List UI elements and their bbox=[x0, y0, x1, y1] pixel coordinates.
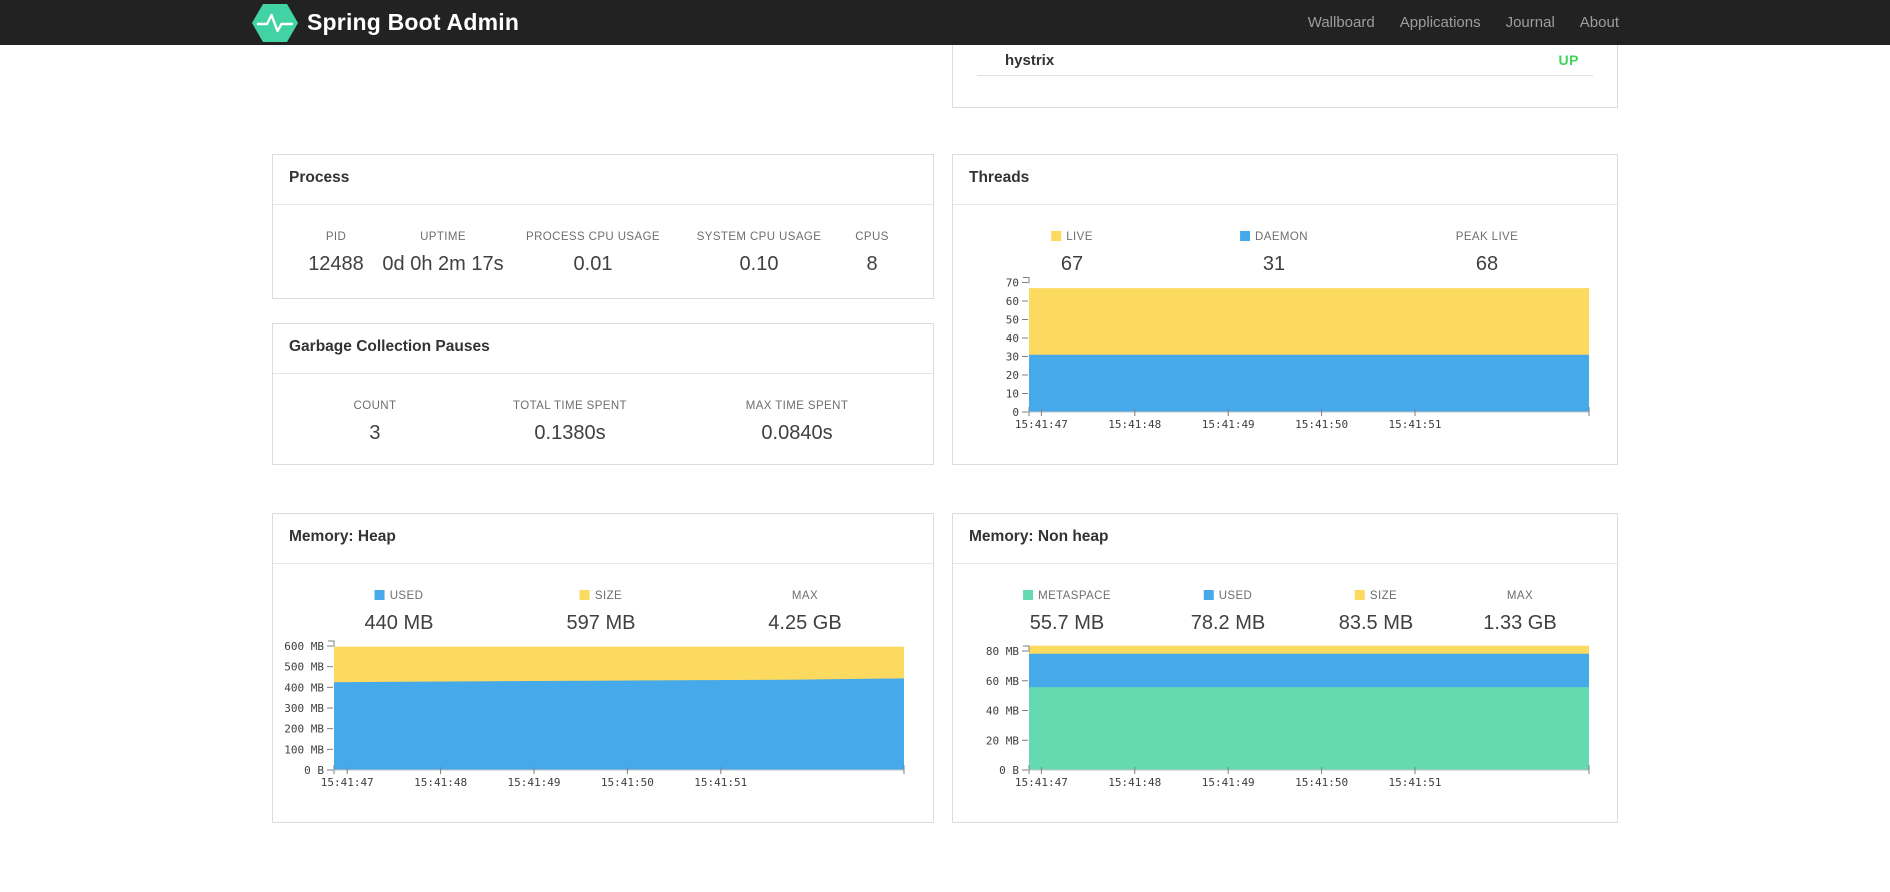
stat-value: 8 bbox=[866, 253, 878, 275]
stat-label: COUNT bbox=[353, 400, 397, 412]
application-name: hystrix bbox=[1005, 51, 1055, 69]
y-tick-label: 40 MB bbox=[986, 705, 1019, 718]
threads-card: Threads LIVE 67 DAEMON 31 PEAK LIVE 68 15:41:… bbox=[952, 154, 1618, 465]
y-tick-label: 80 MB bbox=[986, 645, 1019, 658]
stat-value: 3 bbox=[369, 422, 381, 444]
status-badge: UP bbox=[1558, 52, 1579, 68]
y-tick-label: 30 bbox=[1006, 351, 1019, 364]
stat-value: 12488 bbox=[308, 253, 364, 275]
gc-card: Garbage Collection Pauses COUNT 3 TOTAL TI… bbox=[272, 323, 934, 465]
process-card-header: Process bbox=[273, 155, 933, 205]
x-tick-label: 15:41:51 bbox=[1389, 776, 1442, 789]
x-tick-label: 15:41:49 bbox=[1202, 418, 1255, 431]
stat-value: 0.1380s bbox=[534, 422, 606, 444]
x-tick-label: 15:41:47 bbox=[1015, 418, 1068, 431]
heap-area-used bbox=[334, 678, 904, 770]
x-tick-label: 15:41:48 bbox=[1108, 418, 1161, 431]
x-tick-label: 15:41:49 bbox=[508, 776, 561, 789]
stat-label: PROCESS CPU USAGE bbox=[526, 231, 660, 243]
navbar: Spring Boot Admin Wallboard Applications… bbox=[0, 0, 1890, 45]
stat-value: 0.10 bbox=[739, 253, 779, 275]
process-card: Process PID 12488 UPTIME 0d 0h 2m 17s PROCES… bbox=[272, 154, 934, 299]
y-tick-label: 60 MB bbox=[986, 675, 1019, 688]
gc-stat-max-time-spent: MAX TIME SPENT 0.0840s bbox=[746, 399, 849, 445]
nonheap-area-metaspace bbox=[1029, 687, 1589, 770]
threads-area-daemon bbox=[1029, 354, 1589, 412]
x-tick-label: 15:41:50 bbox=[1295, 418, 1348, 431]
y-tick-label: 50 bbox=[1006, 314, 1019, 327]
process-stat-pid: PID 12488 bbox=[308, 230, 364, 276]
memory-heap-card: Memory: Heap USED 440 MB SIZE 597 MB MAX 4.25… bbox=[272, 513, 934, 823]
application-status-card: hystrix UP bbox=[952, 45, 1618, 108]
x-tick-label: 15:41:50 bbox=[601, 776, 654, 789]
gc-card-header: Garbage Collection Pauses bbox=[273, 324, 933, 374]
stat-label: SYSTEM CPU USAGE bbox=[696, 231, 822, 243]
x-tick-label: 15:41:48 bbox=[1108, 776, 1161, 789]
y-tick-label: 70 bbox=[1006, 277, 1019, 290]
process-stat-system-cpu-usage: SYSTEM CPU USAGE 0.10 bbox=[697, 230, 822, 276]
stat-label: PID bbox=[325, 231, 347, 243]
memory-nonheap-card: Memory: Non heap METASPACE 55.7 MB USED 78.… bbox=[952, 513, 1618, 823]
stat-label: CPUS bbox=[855, 231, 889, 243]
y-tick-label: 20 MB bbox=[986, 734, 1019, 747]
nav-links: Wallboard Applications Journal About bbox=[1308, 0, 1619, 45]
x-tick-label: 15:41:49 bbox=[1202, 776, 1255, 789]
stat-label: MAX TIME SPENT bbox=[745, 400, 849, 412]
stat-label: TOTAL TIME SPENT bbox=[513, 400, 627, 412]
brand-title: Spring Boot Admin bbox=[307, 9, 520, 35]
gc-card-title: Garbage Collection Pauses bbox=[289, 338, 490, 355]
nav-item-about[interactable]: About bbox=[1580, 14, 1619, 31]
y-tick-label: 10 bbox=[1006, 388, 1019, 401]
x-tick-label: 15:41:51 bbox=[1389, 418, 1442, 431]
application-status-row[interactable]: hystrix UP bbox=[977, 45, 1593, 76]
y-tick-label: 300 MB bbox=[284, 702, 324, 715]
y-tick-label: 400 MB bbox=[284, 681, 324, 694]
y-tick-label: 0 B bbox=[304, 764, 324, 777]
memory-nonheap-chart: 15:41:47 15:41:48 15:41:49 15:41:50 15:41:51… bbox=[986, 645, 1590, 789]
gc-stat-total-time-spent: TOTAL TIME SPENT 0.1380s bbox=[513, 399, 627, 445]
process-card-title: Process bbox=[289, 169, 350, 186]
nav-item-journal[interactable]: Journal bbox=[1506, 14, 1555, 31]
page: Spring Boot Admin Wallboard Applications… bbox=[0, 0, 1890, 892]
threads-chart: 15:41:47 15:41:48 15:41:49 15:41:50 15:41:51… bbox=[1006, 277, 1590, 431]
nav-item-applications[interactable]: Applications bbox=[1400, 14, 1481, 31]
y-tick-label: 40 bbox=[1006, 332, 1019, 345]
memory-heap-chart: 15:41:47 15:41:48 15:41:49 15:41:50 15:41:51… bbox=[284, 640, 905, 789]
process-stat-process-cpu-usage: PROCESS CPU USAGE 0.01 bbox=[526, 230, 660, 276]
y-tick-label: 100 MB bbox=[284, 743, 324, 756]
spring-boot-admin-logo-icon bbox=[252, 3, 298, 42]
gc-stat-count: COUNT 3 bbox=[354, 399, 397, 445]
x-tick-label: 15:41:47 bbox=[1015, 776, 1068, 789]
y-tick-label: 0 B bbox=[999, 764, 1019, 777]
x-tick-label: 15:41:48 bbox=[414, 776, 467, 789]
x-tick-label: 15:41:47 bbox=[321, 776, 374, 789]
y-tick-label: 500 MB bbox=[284, 661, 324, 674]
stat-value: 0d 0h 2m 17s bbox=[382, 253, 504, 275]
y-tick-label: 200 MB bbox=[284, 723, 324, 736]
process-stat-uptime: UPTIME 0d 0h 2m 17s bbox=[382, 230, 503, 276]
process-stat-cpus: CPUS 8 bbox=[855, 230, 889, 276]
stat-value: 0.01 bbox=[573, 253, 613, 275]
y-tick-label: 60 bbox=[1006, 295, 1019, 308]
nav-item-wallboard[interactable]: Wallboard bbox=[1308, 14, 1375, 31]
brand-link[interactable]: Spring Boot Admin bbox=[252, 0, 519, 45]
y-tick-label: 0 bbox=[1012, 406, 1019, 419]
y-tick-label: 20 bbox=[1006, 369, 1019, 382]
y-tick-label: 600 MB bbox=[284, 640, 324, 653]
x-tick-label: 15:41:50 bbox=[1295, 776, 1348, 789]
stat-label: UPTIME bbox=[420, 231, 466, 243]
x-tick-label: 15:41:51 bbox=[694, 776, 747, 789]
stat-value: 0.0840s bbox=[761, 422, 833, 444]
